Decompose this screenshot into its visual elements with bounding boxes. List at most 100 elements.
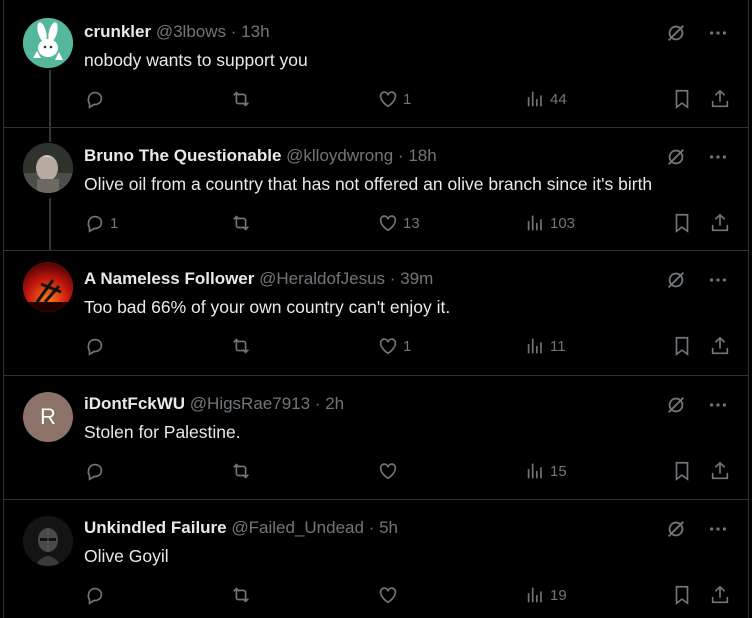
reply-icon bbox=[87, 91, 103, 109]
avatar[interactable] bbox=[23, 262, 73, 312]
retweet-button[interactable] bbox=[230, 584, 256, 606]
like-count: 13 bbox=[403, 214, 420, 232]
dot-separator: · bbox=[368, 518, 375, 537]
like-button[interactable] bbox=[377, 460, 403, 482]
tweet-top-icons bbox=[665, 269, 729, 291]
tweet-top-icons bbox=[665, 146, 729, 168]
more-icon[interactable] bbox=[707, 394, 729, 416]
bookmark-icon bbox=[675, 213, 689, 233]
handle[interactable]: @klloydwrong bbox=[286, 146, 393, 165]
more-icon[interactable] bbox=[707, 146, 729, 168]
avatar[interactable]: R bbox=[23, 392, 73, 442]
views-chart-icon bbox=[527, 463, 542, 479]
reply-button[interactable] bbox=[84, 584, 110, 606]
bookmark-button[interactable] bbox=[671, 88, 693, 110]
handle[interactable]: @HigsRae7913 bbox=[190, 394, 310, 413]
reply-button[interactable]: 1 bbox=[84, 212, 118, 234]
tweet[interactable]: A Nameless Follower @HeraldofJesus · 39m… bbox=[3, 251, 749, 376]
tweet-actions: 1 11 bbox=[3, 335, 749, 359]
views-button[interactable]: 15 bbox=[524, 460, 567, 482]
handle[interactable]: @3lbows bbox=[156, 22, 226, 41]
views-chart-icon bbox=[527, 338, 542, 354]
timestamp[interactable]: 18h bbox=[408, 146, 436, 165]
views-count: 44 bbox=[550, 90, 567, 108]
grok-icon[interactable] bbox=[665, 146, 687, 168]
reply-button[interactable] bbox=[84, 88, 110, 110]
avatar[interactable] bbox=[23, 18, 73, 68]
tweet[interactable]: Bruno The Questionable @klloydwrong · 18… bbox=[3, 128, 749, 251]
tweet-text: nobody wants to support you bbox=[84, 50, 308, 70]
timestamp[interactable]: 2h bbox=[325, 394, 344, 413]
share-button[interactable] bbox=[709, 335, 731, 357]
share-button[interactable] bbox=[709, 212, 731, 234]
display-name[interactable]: iDontFckWU bbox=[84, 394, 185, 413]
avatar-letter: R bbox=[40, 404, 56, 429]
display-name[interactable]: crunkler bbox=[84, 22, 151, 41]
like-button[interactable]: 1 bbox=[377, 88, 411, 110]
share-button[interactable] bbox=[709, 460, 731, 482]
bunny-avatar-icon bbox=[23, 18, 73, 68]
retweet-icon bbox=[233, 338, 249, 354]
like-button[interactable]: 1 bbox=[377, 335, 411, 357]
timestamp[interactable]: 5h bbox=[379, 518, 398, 537]
bookmark-icon bbox=[675, 461, 689, 481]
grok-icon[interactable] bbox=[665, 394, 687, 416]
views-button[interactable]: 103 bbox=[524, 212, 575, 234]
share-button[interactable] bbox=[709, 88, 731, 110]
tweet[interactable]: crunkler @3lbows · 13h nobody wants to s… bbox=[3, 0, 749, 128]
retweet-button[interactable] bbox=[230, 212, 256, 234]
tweet-header: Unkindled Failure @Failed_Undead · 5h bbox=[84, 518, 398, 538]
tweet-actions: 1 44 bbox=[3, 88, 749, 112]
bookmark-button[interactable] bbox=[671, 460, 693, 482]
tweet-text: Olive oil from a country that has not of… bbox=[84, 174, 653, 194]
more-icon[interactable] bbox=[707, 269, 729, 291]
bookmark-icon bbox=[675, 89, 689, 109]
views-button[interactable]: 19 bbox=[524, 584, 567, 606]
more-icon[interactable] bbox=[707, 518, 729, 540]
reply-count: 1 bbox=[110, 214, 119, 232]
avatar[interactable] bbox=[23, 143, 73, 193]
grok-icon[interactable] bbox=[665, 22, 687, 44]
tweet-top-icons bbox=[665, 394, 729, 416]
retweet-button[interactable] bbox=[230, 88, 256, 110]
timestamp[interactable]: 39m bbox=[400, 269, 433, 288]
reply-icon bbox=[87, 463, 103, 481]
views-button[interactable]: 44 bbox=[524, 88, 567, 110]
views-button[interactable]: 11 bbox=[524, 335, 566, 357]
bookmark-button[interactable] bbox=[671, 335, 693, 357]
reply-icon bbox=[87, 215, 103, 233]
heart-icon bbox=[379, 91, 397, 108]
tweet-header: crunkler @3lbows · 13h bbox=[84, 22, 270, 42]
bookmark-icon bbox=[675, 585, 689, 605]
reply-button[interactable] bbox=[84, 335, 110, 357]
avatar[interactable] bbox=[23, 516, 73, 566]
views-chart-icon bbox=[527, 215, 542, 231]
more-icon[interactable] bbox=[707, 22, 729, 44]
share-button[interactable] bbox=[709, 584, 731, 606]
grok-icon[interactable] bbox=[665, 518, 687, 540]
retweet-button[interactable] bbox=[230, 335, 256, 357]
handle[interactable]: @HeraldofJesus bbox=[259, 269, 385, 288]
views-count: 15 bbox=[550, 462, 567, 480]
reply-button[interactable] bbox=[84, 460, 110, 482]
display-name[interactable]: Unkindled Failure bbox=[84, 518, 227, 537]
bookmark-button[interactable] bbox=[671, 212, 693, 234]
retweet-icon bbox=[233, 91, 249, 107]
display-name[interactable]: A Nameless Follower bbox=[84, 269, 254, 288]
grok-icon[interactable] bbox=[665, 269, 687, 291]
bookmark-button[interactable] bbox=[671, 584, 693, 606]
tweet[interactable]: R iDontFckWU @HigsRae7913 · 2h Stolen fo… bbox=[3, 376, 749, 500]
tweet[interactable]: Unkindled Failure @Failed_Undead · 5h Ol… bbox=[3, 500, 749, 618]
handle[interactable]: @Failed_Undead bbox=[231, 518, 364, 537]
retweet-button[interactable] bbox=[230, 460, 256, 482]
tweet-header: A Nameless Follower @HeraldofJesus · 39m bbox=[84, 269, 433, 289]
display-name[interactable]: Bruno The Questionable bbox=[84, 146, 281, 165]
like-button[interactable]: 13 bbox=[377, 212, 420, 234]
share-icon bbox=[711, 213, 729, 232]
tweet-actions: 15 bbox=[3, 460, 749, 484]
reply-icon bbox=[87, 587, 103, 605]
like-button[interactable] bbox=[377, 584, 403, 606]
timestamp[interactable]: 13h bbox=[241, 22, 269, 41]
views-count: 11 bbox=[550, 337, 566, 355]
tweet-top-icons bbox=[665, 518, 729, 540]
